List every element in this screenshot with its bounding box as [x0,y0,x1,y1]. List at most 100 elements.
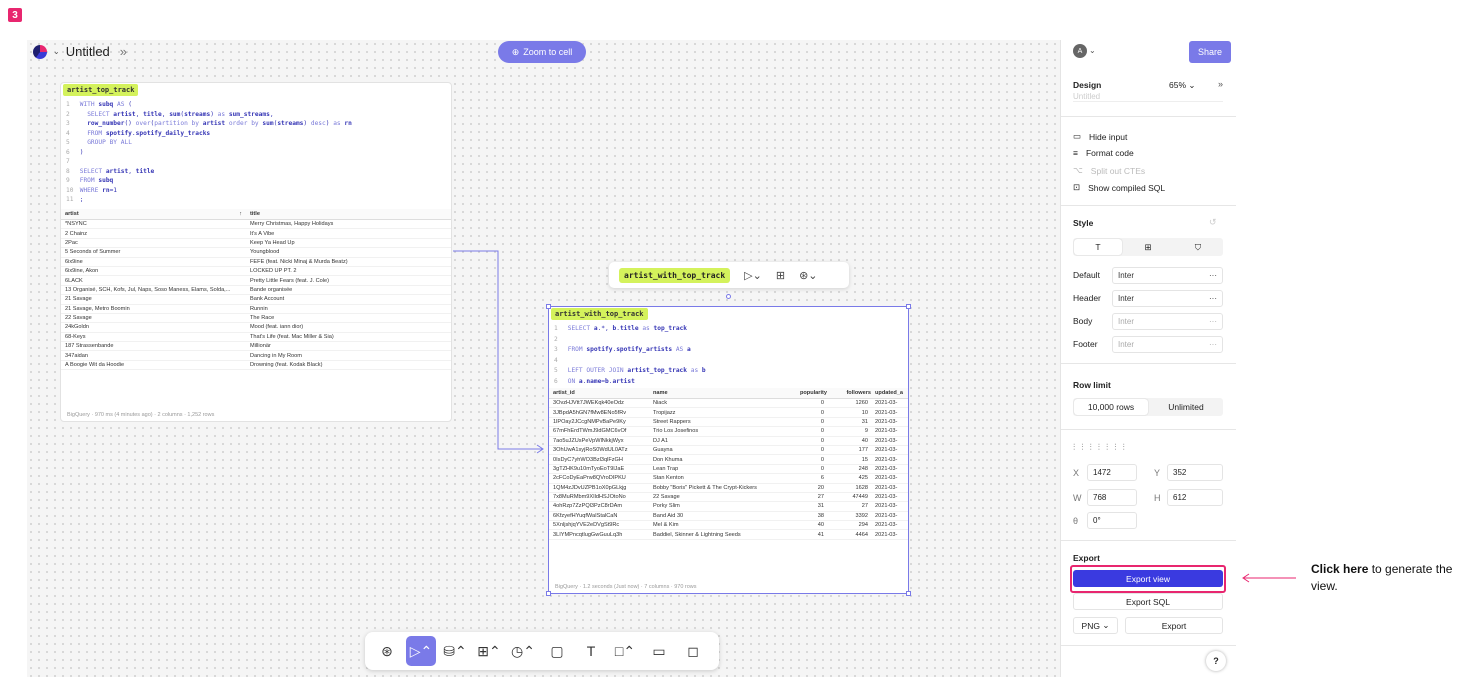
instruction-callout: Click here to generate the view. [1311,561,1481,595]
divider [1061,116,1236,117]
code-line: 5 GROUP BY ALL [66,139,132,146]
ai-icon[interactable]: ⊛⌄ [799,269,817,282]
select-tool-icon[interactable]: ▷⌃ [406,636,436,666]
rotation-field[interactable]: 0° [1087,512,1137,529]
avatar-chevron-icon[interactable]: ⌄ [1089,46,1096,55]
w-field[interactable]: 768 [1087,489,1137,506]
share-button[interactable]: Share [1189,41,1231,63]
table-row[interactable]: 347aidan Dancing in My Room [61,351,451,361]
ai-tool-icon[interactable]: ⊛ [372,636,402,666]
table-cell: 6ix9ine, Akon [65,268,99,275]
format-icon: ≡ [1073,148,1078,158]
table-row[interactable]: *NSYNC Merry Christmas, Happy Holidays [61,220,451,230]
table-cell: *NSYNC [65,221,87,228]
resize-handle-br[interactable] [906,591,911,596]
table-row[interactable]: 6LACK Pretty Little Fears (feat. J. Cole) [61,276,451,286]
database-tool-icon[interactable]: ⛁⌃ [440,636,470,666]
hide-input-action[interactable]: ▭ Hide input [1073,131,1127,142]
code-editor[interactable]: 1 WITH subq AS (2 SELECT artist, title, … [66,100,352,205]
expand-icon[interactable]: » [120,44,127,59]
frame-tool-icon[interactable]: ▭ [644,636,674,666]
table-row[interactable]: 2Pac Keep Ya Head Up [61,239,451,249]
reset-icon[interactable]: ↺ [1209,217,1217,228]
rotate-handle[interactable] [726,294,731,299]
split-out-ctes-action[interactable]: ⌥ Split out CTEs [1073,165,1145,176]
clock-tool-icon[interactable]: ◷⌃ [508,636,538,666]
table-row[interactable]: 6ix9ine, Akon LOCKED UP PT. 2 [61,267,451,277]
cell-title[interactable]: artist_top_track [63,84,139,96]
results-table[interactable]: artist ↑ title *NSYNC Merry Christmas, Happy… [61,209,451,371]
row-limit-unlimited[interactable]: Unlimited [1149,399,1223,415]
table-row[interactable]: 21 Savage Bank Account [61,295,451,305]
font-label: Default [1073,270,1100,280]
font-label: Footer [1073,339,1098,349]
font-select[interactable]: Inter ··· [1112,267,1223,284]
table-style-tab[interactable]: ⊞ [1124,239,1172,255]
table-cell: Pretty Little Fears (feat. J. Cole) [250,277,329,284]
table-cell: 2Pac [65,239,78,246]
export-sql-button[interactable]: Export SQL [1073,593,1223,610]
table-row[interactable]: 24kGoldn Mood (feat. iann dior) [61,323,451,333]
export-button[interactable]: Export [1125,617,1223,634]
cell-name-field[interactable]: Untitled [1073,92,1223,102]
divider [1061,645,1236,646]
table-row[interactable]: 2 Chainz It's A Vibe [61,229,451,239]
table-row[interactable]: 22 Savage The Race [61,314,451,324]
sql-cell-artist-top-track[interactable]: artist_top_track 1 WITH subq AS (2 SELEC… [60,82,452,422]
code-line: 4 FROM spotify.spotify_daily_tracks [66,129,211,137]
table-row[interactable]: 13 Organisé, SCH, Kofs, Jul, Naps, Soso … [61,286,451,296]
run-icon[interactable]: ▷⌄ [744,269,762,282]
resize-handle-bl[interactable] [546,591,551,596]
divider [1061,429,1236,430]
table-cell: 68-Keys [65,333,86,340]
table-row[interactable]: 68-Keys That's Life (feat. Mac Miller & S… [61,333,451,343]
table-cell: Runnin [250,305,268,312]
shape-tool-icon[interactable]: □⌃ [610,636,640,666]
resize-handle-tr[interactable] [906,304,911,309]
resize-handle-tl[interactable] [546,304,551,309]
comment-tool-icon[interactable]: ◻ [678,636,708,666]
more-icon: ··· [1209,294,1217,303]
zoom-level[interactable]: 65% ⌄ [1169,80,1196,91]
help-button[interactable]: ? [1206,651,1226,671]
font-select[interactable]: Inter ··· [1112,336,1223,353]
x-field[interactable]: 1472 [1087,464,1137,481]
table-row[interactable]: 21 Savage, Metro Boomin Runnin [61,305,451,314]
column-header[interactable]: title [246,211,451,217]
table-cell: That's Life (feat. Mac Miller & Sia) [250,333,334,340]
font-select[interactable]: Inter ··· [1112,290,1223,307]
alignment-icons[interactable]: ⫶⫶⫶⫶⫶⫶⫶ [1073,442,1131,453]
y-field[interactable]: 352 [1167,464,1223,481]
format-code-action[interactable]: ≡ Format code [1073,148,1134,158]
avatar[interactable]: A [1073,44,1087,58]
chevron-down-icon[interactable]: ⌄ [53,47,60,56]
row-limit-10000[interactable]: 10,000 rows [1074,399,1148,415]
show-compiled-sql-action[interactable]: ⊡ Show compiled SQL [1073,182,1165,193]
format-select[interactable]: PNG ⌄ [1073,617,1118,634]
text-style-tab[interactable]: T [1074,239,1122,255]
table-row[interactable]: 6ix9ine FEFE (feat. Nicki Minaj & Murda B… [61,258,451,267]
table-row[interactable]: 5 Seconds of Summer Youngblood [61,248,451,258]
h-field[interactable]: 612 [1167,489,1223,506]
collapse-panel-icon[interactable]: » [1218,79,1223,89]
divider [1061,205,1236,206]
table-row[interactable]: 187 Strassenbande Millionär [61,342,451,352]
sticky-note-icon[interactable]: ▢ [542,636,572,666]
sort-ascending-icon[interactable]: ↑ [239,211,242,217]
code-line: 7 [66,158,70,165]
table-row[interactable]: A Boogie Wit da Hoodie Drowning (feat. Ko… [61,361,451,371]
font-select[interactable]: Inter ··· [1112,313,1223,330]
app-logo-icon[interactable] [33,44,47,59]
table-cell: LOCKED UP PT. 2 [250,268,297,275]
floating-cell-title[interactable]: artist_with_top_track [619,267,731,283]
column-header[interactable]: artist ↑ [61,211,246,217]
table-tool-icon[interactable]: ⊞⌃ [474,636,504,666]
document-title[interactable]: Untitled [66,44,110,59]
text-tool-icon[interactable]: T [576,636,606,666]
table-cell: The Race [250,315,275,322]
add-cell-icon[interactable]: ⊞ [776,269,785,282]
zoom-to-cell-button[interactable]: ⊕ Zoom to cell [498,41,586,63]
fill-style-tab[interactable]: ⛉ [1174,239,1222,255]
target-icon: ⊕ [511,46,520,57]
design-heading: Design [1073,80,1102,90]
